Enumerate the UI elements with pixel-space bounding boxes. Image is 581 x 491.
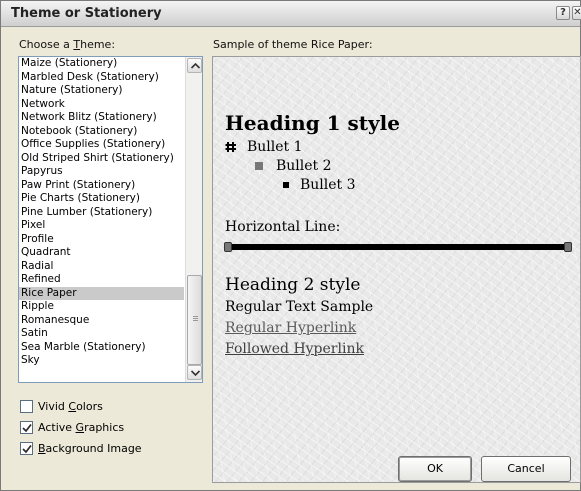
theme-list-item[interactable]: Office Supplies (Stationery) bbox=[19, 138, 184, 152]
hash-bullet-icon bbox=[225, 142, 236, 152]
cancel-button[interactable]: Cancel bbox=[481, 456, 571, 482]
active-graphics-label: Active Graphics bbox=[38, 421, 125, 434]
theme-list-item[interactable]: Radial bbox=[19, 260, 184, 274]
help-button[interactable]: ? bbox=[556, 6, 570, 20]
regular-text-sample: Regular Text Sample bbox=[225, 299, 374, 315]
theme-list-item[interactable]: Pie Charts (Stationery) bbox=[19, 192, 184, 206]
small-square-bullet-icon bbox=[283, 182, 289, 188]
ok-button[interactable]: OK bbox=[398, 456, 472, 482]
close-icon: ✕ bbox=[573, 7, 581, 18]
theme-list-item[interactable]: Rice Paper bbox=[19, 286, 184, 300]
choose-theme-label: Choose a Theme: bbox=[19, 38, 116, 51]
theme-list-item[interactable]: Marbled Desk (Stationery) bbox=[19, 71, 184, 85]
theme-list-item[interactable]: Papyrus bbox=[19, 165, 184, 179]
square-bullet-icon bbox=[255, 162, 263, 170]
scroll-thumb[interactable] bbox=[187, 275, 202, 365]
theme-list-item[interactable]: Old Striped Shirt (Stationery) bbox=[19, 152, 184, 166]
chevron-up-icon bbox=[191, 63, 200, 69]
chevron-down-icon bbox=[191, 370, 200, 376]
theme-list-item[interactable]: Quadrant bbox=[19, 246, 184, 260]
window-title: Theme or Stationery bbox=[11, 6, 162, 21]
bullet-2-text: Bullet 2 bbox=[276, 158, 332, 174]
theme-list-items: Maize (Stationery) Marbled Desk (Statione… bbox=[19, 57, 184, 368]
checkmark-icon bbox=[22, 423, 32, 433]
theme-list-scrollbar[interactable] bbox=[185, 57, 202, 382]
close-button[interactable]: ✕ bbox=[572, 6, 581, 20]
theme-list-item[interactable]: Satin bbox=[19, 327, 184, 341]
horizontal-line-label: Horizontal Line: bbox=[225, 219, 341, 235]
theme-list-item[interactable]: Paw Print (Stationery) bbox=[19, 179, 184, 193]
theme-dialog: Theme or Stationery ? ✕ Choose a Theme: … bbox=[0, 0, 581, 491]
scroll-down-button[interactable] bbox=[187, 365, 202, 380]
active-graphics-checkbox[interactable] bbox=[20, 421, 33, 434]
vivid-colors-label: Vivid Colors bbox=[38, 400, 103, 413]
theme-list-item[interactable]: Maize (Stationery) bbox=[19, 57, 184, 71]
preview-label: Sample of theme Rice Paper: bbox=[213, 38, 373, 51]
theme-list-item[interactable]: Pine Lumber (Stationery) bbox=[19, 206, 184, 220]
background-image-label: Background Image bbox=[38, 442, 142, 455]
theme-list-item[interactable]: Profile bbox=[19, 233, 184, 247]
regular-hyperlink-sample: Regular Hyperlink bbox=[225, 320, 357, 336]
title-bar[interactable]: Theme or Stationery ? ✕ bbox=[1, 1, 581, 27]
scroll-up-button[interactable] bbox=[187, 58, 202, 73]
horizontal-line-sample bbox=[224, 242, 572, 252]
theme-preview-pane: Heading 1 style Bullet 1 Bullet 2 Bullet… bbox=[212, 56, 581, 483]
theme-listbox[interactable]: Maize (Stationery) Marbled Desk (Statione… bbox=[18, 56, 203, 383]
theme-list-item[interactable]: Sky bbox=[19, 354, 184, 368]
theme-list-item[interactable]: Sea Marble (Stationery) bbox=[19, 341, 184, 355]
help-icon: ? bbox=[560, 7, 566, 18]
theme-list-item[interactable]: Network bbox=[19, 98, 184, 112]
theme-list-item[interactable]: Network Blitz (Stationery) bbox=[19, 111, 184, 125]
theme-list-item[interactable]: Romanesque bbox=[19, 314, 184, 328]
bullet-1-text: Bullet 1 bbox=[247, 139, 303, 155]
checkmark-icon bbox=[22, 444, 32, 454]
theme-list-item[interactable]: Ripple bbox=[19, 300, 184, 314]
followed-hyperlink-sample: Followed Hyperlink bbox=[225, 341, 364, 357]
theme-list-item[interactable]: Pixel bbox=[19, 219, 184, 233]
theme-list-item[interactable]: Nature (Stationery) bbox=[19, 84, 184, 98]
theme-list-item[interactable]: Refined bbox=[19, 273, 184, 287]
preview-heading-2: Heading 2 style bbox=[225, 275, 361, 295]
background-image-checkbox[interactable] bbox=[20, 442, 33, 455]
bullet-3-text: Bullet 3 bbox=[300, 177, 356, 193]
preview-heading-1: Heading 1 style bbox=[225, 111, 400, 135]
vivid-colors-checkbox[interactable] bbox=[20, 400, 33, 413]
theme-list-item[interactable]: Notebook (Stationery) bbox=[19, 125, 184, 139]
